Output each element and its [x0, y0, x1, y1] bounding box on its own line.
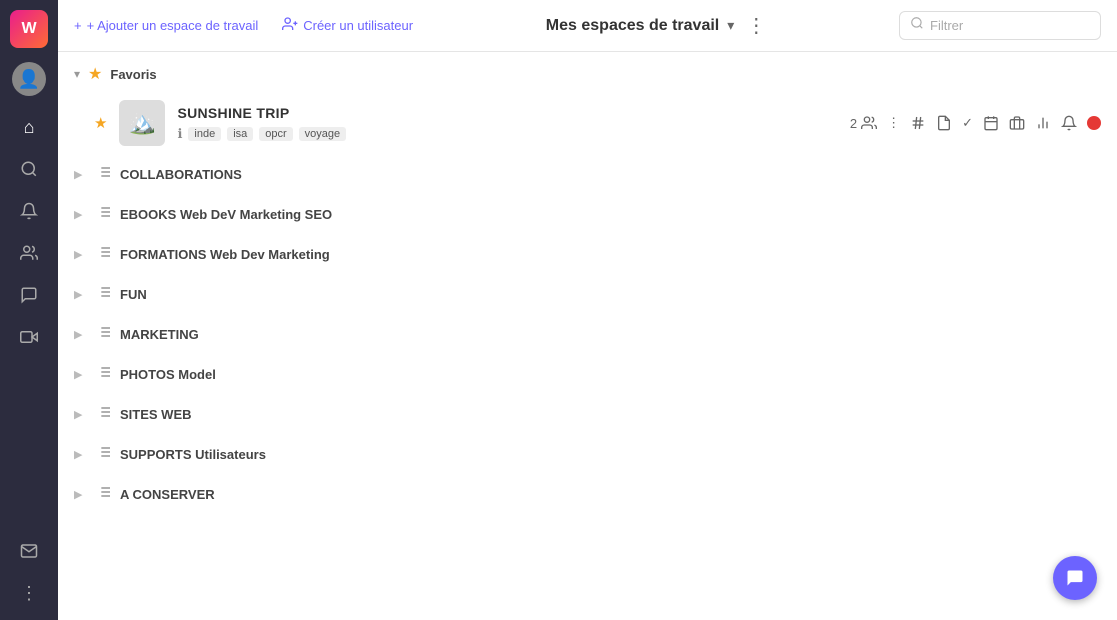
group-name: FUN	[120, 287, 147, 302]
group-list-icon	[96, 404, 112, 424]
group-list-icon	[96, 484, 112, 504]
group-list-icon	[96, 364, 112, 384]
workspace-name: SUNSHINE TRIP	[177, 105, 837, 121]
plus-icon: +	[74, 18, 82, 33]
group-chevron-icon: ▶	[74, 248, 88, 261]
tag-isa[interactable]: isa	[227, 127, 253, 141]
favorites-label: Favoris	[110, 67, 156, 82]
workspace-details: SUNSHINE TRIP ℹ inde isa opcr voyage	[177, 105, 837, 142]
group-item[interactable]: ▶ FUN	[58, 274, 1117, 314]
workspace-action-buttons: 2 ⋮ ✓	[850, 115, 1101, 131]
workspace-chart-button[interactable]	[1035, 115, 1051, 131]
title-chevron-icon[interactable]: ▾	[727, 17, 734, 34]
group-name: A CONSERVER	[120, 487, 215, 502]
workspace-calendar-button[interactable]	[983, 115, 999, 131]
workspace-more-button[interactable]: ⋮	[887, 115, 900, 131]
workspace-doc-button[interactable]	[936, 115, 952, 131]
groups-list: ▶ COLLABORATIONS ▶ EBOOKS Web	[58, 154, 1117, 514]
group-chevron-icon: ▶	[74, 288, 88, 301]
filter-input[interactable]	[930, 18, 1090, 33]
group-chevron-icon: ▶	[74, 328, 88, 341]
group-name: SITES WEB	[120, 407, 192, 422]
topbar-center: Mes espaces de travail ▾ ⋮	[429, 13, 883, 38]
group-chevron-icon: ▶	[74, 168, 88, 181]
group-item[interactable]: ▶ MARKETING	[58, 314, 1117, 354]
group-chevron-icon: ▶	[74, 368, 88, 381]
group-name: FORMATIONS Web Dev Marketing	[120, 247, 330, 262]
group-name: COLLABORATIONS	[120, 167, 242, 182]
sidebar-item-contacts[interactable]	[12, 236, 46, 270]
user-add-icon	[282, 16, 298, 35]
page-title: Mes espaces de travail	[546, 17, 719, 35]
chat-floating-button[interactable]	[1053, 556, 1097, 600]
tag-voyage[interactable]: voyage	[299, 127, 346, 141]
group-chevron-icon: ▶	[74, 448, 88, 461]
group-chevron-icon: ▶	[74, 408, 88, 421]
group-chevron-icon: ▶	[74, 208, 88, 221]
workspace-check-button[interactable]: ✓	[962, 115, 973, 131]
group-name: SUPPORTS Utilisateurs	[120, 447, 266, 462]
sidebar-item-chat[interactable]	[12, 278, 46, 312]
group-item[interactable]: ▶ SUPPORTS Utilisateurs	[58, 434, 1117, 474]
info-icon: ℹ	[177, 126, 182, 142]
topbar: + + Ajouter un espace de travail Créer u…	[58, 0, 1117, 52]
group-name: PHOTOS Model	[120, 367, 216, 382]
workspace-star-icon: ★	[94, 114, 107, 132]
workspace-sunshine-trip[interactable]: ★ 🏔️ SUNSHINE TRIP ℹ inde isa opcr voyag…	[58, 92, 1117, 154]
workspace-hashtag-button[interactable]	[910, 115, 926, 131]
group-list-icon	[96, 284, 112, 304]
group-name: EBOOKS Web DeV Marketing SEO	[120, 207, 332, 222]
tag-opcr[interactable]: opcr	[259, 127, 292, 141]
sidebar-item-notifications[interactable]	[12, 194, 46, 228]
topbar-more-button[interactable]: ⋮	[746, 13, 766, 38]
group-item[interactable]: ▶ PHOTOS Model	[58, 354, 1117, 394]
main-area: + + Ajouter un espace de travail Créer u…	[58, 0, 1117, 620]
group-list-icon	[96, 324, 112, 344]
workspace-status-dot	[1087, 116, 1101, 130]
workspace-bell-button[interactable]	[1061, 115, 1077, 131]
group-item[interactable]: ▶ A CONSERVER	[58, 474, 1117, 514]
member-count: 2	[850, 115, 877, 131]
workspace-briefcase-button[interactable]	[1009, 115, 1025, 131]
group-list-icon	[96, 244, 112, 264]
group-list-icon	[96, 204, 112, 224]
sidebar-item-home[interactable]: ⌂	[12, 110, 46, 144]
favorites-section-header: ▾ ★ Favoris	[58, 52, 1117, 92]
sidebar-item-video[interactable]	[12, 320, 46, 354]
group-item[interactable]: ▶ SITES WEB	[58, 394, 1117, 434]
search-box[interactable]	[899, 11, 1101, 40]
sidebar-item-mail[interactable]	[12, 534, 46, 568]
content-area: ▾ ★ Favoris ★ 🏔️ SUNSHINE TRIP ℹ inde is…	[58, 52, 1117, 620]
search-icon	[910, 16, 924, 35]
group-list-icon	[96, 164, 112, 184]
group-list-icon	[96, 444, 112, 464]
favorites-star-icon: ★	[88, 64, 102, 84]
group-item[interactable]: ▶ FORMATIONS Web Dev Marketing	[58, 234, 1117, 274]
workspace-meta: ℹ inde isa opcr voyage	[177, 126, 837, 142]
sidebar-item-search[interactable]	[12, 152, 46, 186]
add-workspace-button[interactable]: + + Ajouter un espace de travail	[74, 18, 258, 33]
group-name: MARKETING	[120, 327, 199, 342]
group-item[interactable]: ▶ COLLABORATIONS	[58, 154, 1117, 194]
avatar[interactable]: 👤	[12, 62, 46, 96]
sidebar-item-more[interactable]: ⋮	[12, 576, 46, 610]
sidebar: W 👤 ⌂ ⋮	[0, 0, 58, 620]
tag-inde[interactable]: inde	[188, 127, 221, 141]
create-user-button[interactable]: Créer un utilisateur	[282, 16, 413, 35]
group-item[interactable]: ▶ EBOOKS Web DeV Marketing SEO	[58, 194, 1117, 234]
favorites-chevron-icon[interactable]: ▾	[74, 67, 80, 81]
group-chevron-icon: ▶	[74, 488, 88, 501]
workspace-thumbnail: 🏔️	[119, 100, 165, 146]
app-logo[interactable]: W	[10, 10, 48, 48]
